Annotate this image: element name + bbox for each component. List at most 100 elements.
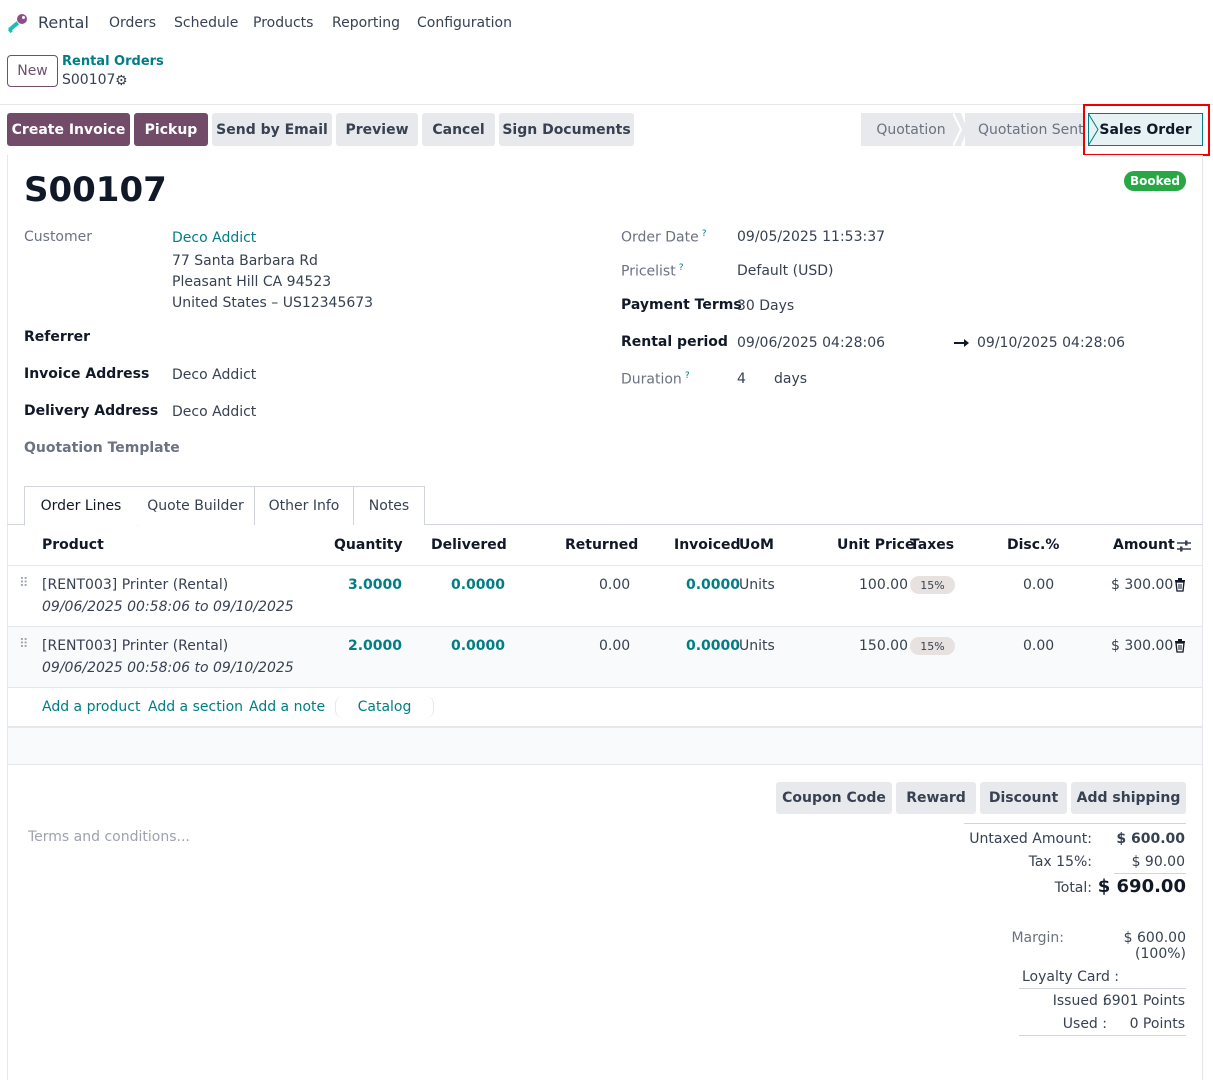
pickup-button[interactable]: Pickup	[134, 113, 208, 146]
customer-label: Customer	[24, 229, 93, 245]
row-amount: $ 300.00	[1111, 638, 1174, 654]
breadcrumb-parent[interactable]: Rental Orders	[62, 54, 164, 69]
duration-label-text: Duration	[621, 371, 682, 388]
col-product[interactable]: Product	[42, 537, 104, 553]
stage-quotation[interactable]: Quotation	[861, 113, 961, 146]
row-quantity[interactable]: 2.0000	[348, 638, 402, 654]
rental-end-field[interactable]: 09/10/2025 04:28:06	[977, 335, 1125, 351]
issued-label: Issued :	[1052, 993, 1107, 1009]
discount-button[interactable]: Discount	[980, 782, 1067, 814]
pricelist-field[interactable]: Default (USD)	[737, 263, 833, 279]
drag-handle-icon[interactable]: ⠿	[19, 637, 28, 652]
table-footer-band	[8, 727, 1202, 765]
order-title: S00107	[24, 170, 167, 210]
nav-configuration[interactable]: Configuration	[417, 15, 512, 31]
row-quantity[interactable]: 3.0000	[348, 577, 402, 593]
totals-divider	[1114, 873, 1186, 874]
catalog-button[interactable]: Catalog	[335, 696, 434, 718]
table-row[interactable]	[8, 566, 1202, 626]
col-amount[interactable]: Amount	[1113, 537, 1175, 553]
stage-quotation-sent[interactable]: Quotation Sent	[965, 113, 1085, 146]
nav-schedule[interactable]: Schedule	[174, 15, 238, 31]
help-icon[interactable]: ?	[685, 371, 690, 381]
tab-order-lines[interactable]: Order Lines	[24, 486, 138, 526]
add-note-link[interactable]: Add a note	[249, 699, 325, 715]
row-divider	[7, 687, 1203, 688]
col-disc[interactable]: Disc.%	[1007, 537, 1059, 553]
duration-value-field[interactable]: 4	[737, 371, 746, 387]
invoice-address-field[interactable]: Deco Addict	[172, 367, 256, 383]
delivery-address-field[interactable]: Deco Addict	[172, 404, 256, 420]
cancel-button[interactable]: Cancel	[422, 113, 495, 146]
trash-icon[interactable]	[1174, 639, 1186, 653]
drag-handle-icon[interactable]: ⠿	[19, 576, 28, 591]
tab-other-info[interactable]: Other Info	[254, 486, 354, 525]
row-uom[interactable]: Units	[739, 577, 775, 593]
new-button[interactable]: New	[7, 55, 58, 87]
sign-documents-button[interactable]: Sign Documents	[499, 113, 634, 146]
rental-key-icon[interactable]	[6, 12, 30, 36]
totals-divider	[964, 823, 1186, 824]
coupon-code-button[interactable]: Coupon Code	[776, 782, 892, 814]
nav-orders[interactable]: Orders	[109, 15, 156, 31]
customer-link[interactable]: Deco Addict	[172, 230, 256, 246]
untaxed-label: Untaxed Amount:	[969, 831, 1092, 847]
add-section-link[interactable]: Add a section	[148, 699, 243, 715]
col-returned[interactable]: Returned	[565, 537, 638, 553]
col-unit-price[interactable]: Unit Price	[837, 537, 914, 553]
row-delivered[interactable]: 0.0000	[451, 577, 505, 593]
row-unit-price[interactable]: 100.00	[859, 577, 908, 593]
margin-value: $ 600.00 (100%)	[1123, 930, 1186, 962]
gear-icon[interactable]: ⚙	[115, 73, 128, 89]
send-by-email-button[interactable]: Send by Email	[212, 113, 332, 146]
app-name[interactable]: Rental	[38, 13, 89, 32]
trash-icon[interactable]	[1174, 578, 1186, 592]
order-date-field[interactable]: 09/05/2025 11:53:37	[737, 229, 885, 245]
col-invoiced[interactable]: Invoiced	[674, 537, 741, 553]
row-returned: 0.00	[599, 577, 631, 593]
row-invoiced[interactable]: 0.0000	[686, 577, 740, 593]
tab-quote-builder[interactable]: Quote Builder	[137, 486, 255, 525]
untaxed-amount: $ 600.00	[1116, 831, 1185, 847]
row-disc[interactable]: 0.00	[1023, 577, 1054, 593]
address-line-1: 77 Santa Barbara Rd	[172, 253, 318, 269]
col-uom[interactable]: UoM	[739, 537, 774, 553]
tax-label: Tax 15%:	[1028, 854, 1092, 870]
row-amount: $ 300.00	[1111, 577, 1174, 593]
row-tax-badge[interactable]: 15%	[910, 576, 955, 594]
duration-unit: days	[774, 371, 808, 387]
terms-input[interactable]: Terms and conditions...	[28, 829, 190, 845]
row-uom[interactable]: Units	[739, 638, 775, 654]
rental-start-field[interactable]: 09/06/2025 04:28:06	[737, 335, 885, 351]
nav-products[interactable]: Products	[253, 15, 313, 31]
col-quantity[interactable]: Quantity	[334, 537, 403, 553]
row-tax-badge[interactable]: 15%	[910, 637, 955, 655]
optional-columns-icon[interactable]	[1176, 538, 1192, 554]
row-unit-price[interactable]: 150.00	[859, 638, 908, 654]
stage-quotation-label: Quotation	[876, 121, 946, 138]
preview-button[interactable]: Preview	[336, 113, 418, 146]
create-invoice-button[interactable]: Create Invoice	[7, 113, 130, 146]
nav-reporting[interactable]: Reporting	[332, 15, 400, 31]
row-returned: 0.00	[599, 638, 631, 654]
row-disc[interactable]: 0.00	[1023, 638, 1054, 654]
reward-button[interactable]: Reward	[896, 782, 976, 814]
col-delivered[interactable]: Delivered	[431, 537, 507, 553]
col-taxes[interactable]: Taxes	[910, 537, 954, 553]
add-shipping-button[interactable]: Add shipping	[1071, 782, 1186, 814]
row-delivered[interactable]: 0.0000	[451, 638, 505, 654]
add-product-link[interactable]: Add a product	[42, 699, 140, 715]
address-line-3: United States – US12345673	[172, 295, 374, 311]
delivery-address-label: Delivery Address	[24, 403, 159, 419]
loyalty-card-label: Loyalty Card :	[1022, 969, 1120, 985]
payment-terms-field[interactable]: 30 Days	[737, 298, 794, 314]
tab-notes[interactable]: Notes	[353, 486, 425, 525]
row-product[interactable]: [RENT003] Printer (Rental)	[42, 638, 228, 654]
row-invoiced[interactable]: 0.0000	[686, 638, 740, 654]
loyalty-divider	[1019, 988, 1186, 989]
help-icon[interactable]: ?	[702, 229, 707, 239]
top-navbar: Rental Orders Schedule Products Reportin…	[0, 0, 1213, 48]
table-row[interactable]	[8, 627, 1202, 687]
row-product[interactable]: [RENT003] Printer (Rental)	[42, 577, 228, 593]
help-icon[interactable]: ?	[679, 263, 684, 273]
